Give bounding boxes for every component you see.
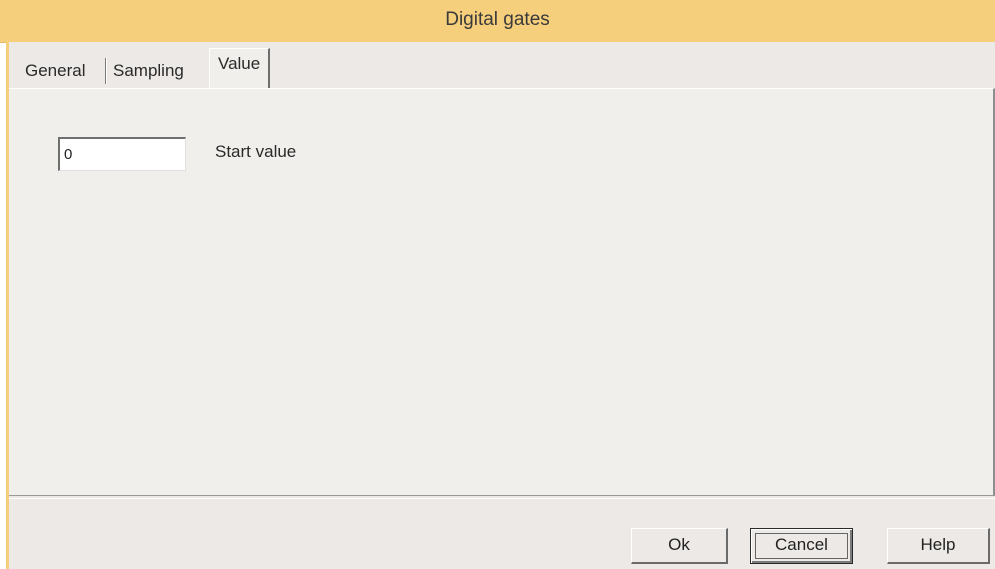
tab-divider — [105, 58, 107, 84]
tab-value[interactable]: Value — [209, 48, 271, 89]
tab-strip: General Sampling Value — [9, 42, 995, 89]
start-value-input[interactable] — [58, 137, 186, 171]
help-button[interactable]: Help — [887, 528, 990, 564]
button-bar: Ok Cancel Help — [9, 498, 995, 569]
window-title: Digital gates — [445, 9, 550, 30]
dialog-window: Digital gates General Sampling Value Sta… — [0, 0, 995, 569]
cancel-button[interactable]: Cancel — [750, 528, 853, 564]
dialog-body: General Sampling Value Start value Ok Ca… — [6, 42, 995, 569]
tab-general[interactable]: General — [25, 56, 85, 88]
start-value-label: Start value — [215, 142, 297, 161]
tab-sampling[interactable]: Sampling — [113, 56, 184, 88]
ok-button[interactable]: Ok — [631, 528, 728, 564]
tab-panel-value: Start value — [9, 88, 995, 496]
focus-rectangle — [755, 533, 848, 559]
title-bar[interactable]: Digital gates — [0, 0, 995, 43]
